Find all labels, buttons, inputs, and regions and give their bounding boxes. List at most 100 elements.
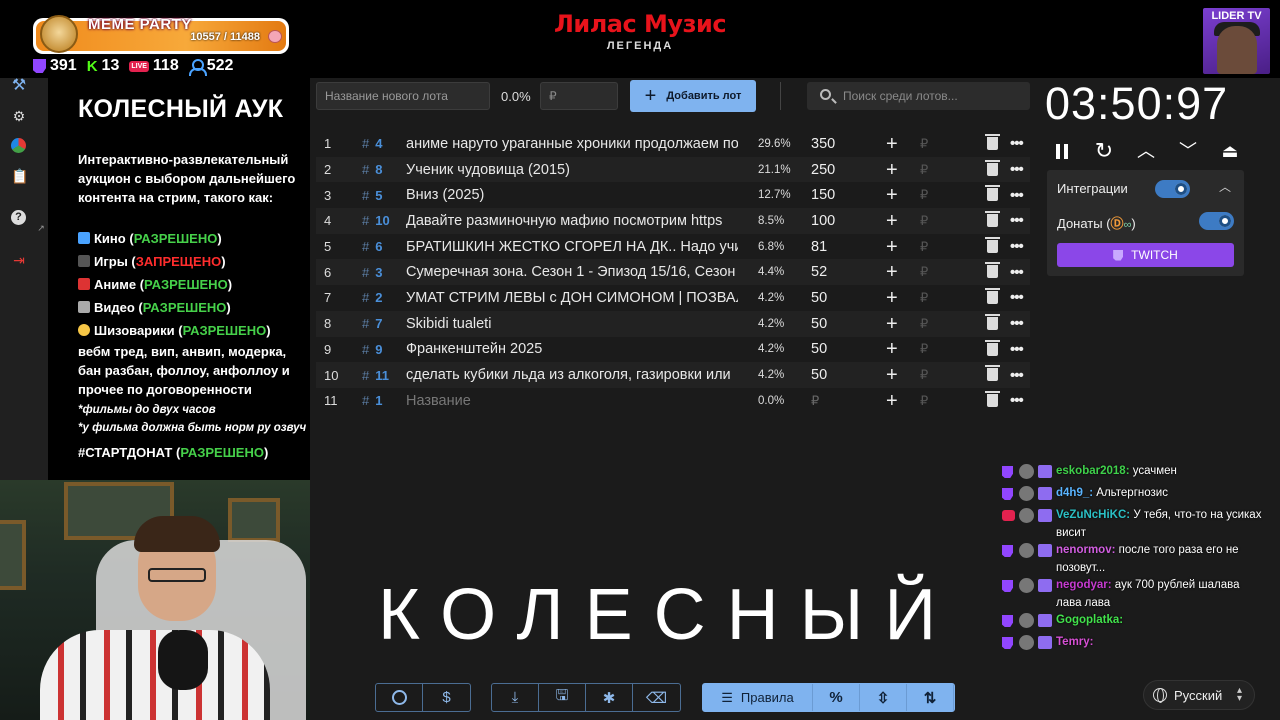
table-row[interactable]: 4 #10 Давайте разминочную мафию посмотрим… — [316, 208, 1030, 234]
lot-name-input[interactable]: БРАТИШКИН ЖЕСТКО СГОРЕЛ НА ДК.. Надо учи… — [406, 239, 738, 255]
logout-icon[interactable]: ⇥ — [11, 252, 27, 268]
delete-icon[interactable] — [985, 288, 1000, 305]
compress-icon[interactable]: ⇳ — [860, 684, 907, 711]
percent-icon[interactable]: % — [813, 684, 860, 711]
table-row[interactable]: 6 #3 Сумеречная зона. Сезон 1 - Эпизод 15/… — [316, 259, 1030, 286]
ruble-input[interactable]: ₽ — [920, 187, 928, 203]
lot-amount-input[interactable]: 81 — [811, 239, 827, 255]
chevron-down-icon[interactable]: ﹀ — [1174, 138, 1202, 164]
donate-dollar-icon[interactable]: $ — [423, 684, 470, 711]
more-options-icon[interactable]: ••• — [1010, 135, 1024, 152]
table-row[interactable]: 2 #8 Ученик чудовища (2015) 21.1% 250 + ₽ ••• — [316, 156, 1030, 183]
lot-name-input[interactable]: УМАТ СТРИМ ЛЕВЫ с ДОН СИМОНОМ | ПОЗВАЛ — [406, 290, 738, 306]
table-row[interactable]: 9 #9 Франкенштейн 2025 4.2% 50 + ₽ ••• — [316, 336, 1030, 363]
table-row[interactable]: 7 #2 УМАТ СТРИМ ЛЕВЫ с ДОН СИМОНОМ | ПОЗВА… — [316, 285, 1030, 311]
lot-name-input[interactable]: аниме наруто ураганные хроники продолжае… — [406, 136, 738, 152]
delete-icon[interactable] — [985, 339, 1000, 356]
delete-icon[interactable] — [985, 134, 1000, 150]
add-amount-icon[interactable]: + — [886, 339, 898, 359]
delete-icon[interactable] — [985, 390, 1000, 407]
new-lot-amount-input[interactable]: ₽ — [540, 82, 618, 110]
add-amount-icon[interactable]: + — [886, 185, 898, 205]
ruble-input[interactable]: ₽ — [920, 316, 928, 332]
bug-icon[interactable]: ✱ — [586, 684, 633, 711]
lot-amount-input[interactable]: ₽ — [811, 393, 819, 409]
more-options-icon[interactable]: ••• — [1010, 187, 1024, 204]
language-select[interactable]: Русский ▴ ▾ — [1143, 680, 1255, 710]
download-icon[interactable]: ⤓ — [492, 684, 539, 711]
ruble-input[interactable]: ₽ — [920, 136, 928, 152]
lot-name-input[interactable]: Ученик чудовища (2015) — [406, 162, 738, 178]
donations-toggle[interactable] — [1199, 212, 1234, 230]
integrations-toggle[interactable] — [1155, 180, 1190, 198]
sort-icon[interactable]: ⇅ — [907, 684, 954, 711]
delete-icon[interactable] — [985, 185, 1000, 202]
add-amount-icon[interactable]: + — [886, 237, 898, 257]
twitch-integration-button[interactable]: TWITCH — [1057, 243, 1234, 267]
collapse-icon[interactable]: ⏏ — [1216, 138, 1244, 164]
ruble-input[interactable]: ₽ — [920, 367, 928, 383]
chevron-up-icon[interactable]: ︿ — [1132, 138, 1160, 164]
more-options-icon[interactable]: ••• — [1010, 161, 1024, 178]
lot-name-input[interactable]: Давайте разминочную мафию посмотрим http… — [406, 213, 738, 229]
table-row[interactable]: 11 #1 Название 0.0% ₽ + ₽ ••• — [316, 387, 1030, 414]
table-row[interactable]: 10 #11 сделать кубики льда из алкоголя, г… — [316, 362, 1030, 388]
add-amount-icon[interactable]: + — [886, 314, 898, 334]
ruble-input[interactable]: ₽ — [920, 393, 928, 409]
help-icon[interactable]: ? — [11, 210, 27, 226]
delete-icon[interactable] — [985, 313, 1000, 330]
wheel-chart-icon[interactable] — [11, 138, 27, 154]
delete-icon[interactable] — [985, 159, 1000, 176]
add-amount-icon[interactable]: + — [886, 160, 898, 180]
more-options-icon[interactable]: ••• — [1010, 367, 1024, 384]
add-amount-icon[interactable]: + — [886, 211, 898, 231]
lot-amount-input[interactable]: 52 — [811, 264, 827, 280]
table-row[interactable]: 3 #5 Вниз (2025) 12.7% 150 + ₽ ••• — [316, 182, 1030, 209]
lot-amount-input[interactable]: 50 — [811, 341, 827, 357]
table-row[interactable]: 1 #4 аниме наруто ураганные хроники продол… — [316, 131, 1030, 157]
table-row[interactable]: 8 #7 Skibidi tualeti 4.2% 50 + ₽ ••• — [316, 310, 1030, 337]
github-icon[interactable] — [376, 684, 423, 711]
chevron-up-icon[interactable]: ︿ — [1219, 178, 1231, 195]
lot-name-input[interactable]: Вниз (2025) — [406, 187, 738, 203]
more-options-icon[interactable]: ••• — [1010, 264, 1024, 281]
delete-icon[interactable] — [985, 211, 1000, 228]
lot-name-input[interactable]: Skibidi tualeti — [406, 316, 738, 332]
delete-icon[interactable] — [985, 365, 1000, 382]
add-amount-icon[interactable]: + — [886, 262, 898, 282]
more-options-icon[interactable]: ••• — [1010, 315, 1024, 332]
delete-icon[interactable] — [985, 236, 1000, 253]
lot-search-input[interactable]: Поиск среди лотов... — [807, 82, 1030, 110]
rules-button[interactable]: ☰ Правила — [703, 684, 813, 711]
lot-amount-input[interactable]: 50 — [811, 316, 827, 332]
more-options-icon[interactable]: ••• — [1010, 212, 1024, 229]
ruble-input[interactable]: ₽ — [920, 290, 928, 306]
lot-amount-input[interactable]: 150 — [811, 187, 835, 203]
external-link-icon[interactable]: ↗ — [33, 220, 49, 236]
reset-icon[interactable]: ↻ — [1090, 138, 1118, 164]
lot-amount-input[interactable]: 250 — [811, 162, 835, 178]
lot-name-input[interactable]: Франкенштейн 2025 — [406, 341, 738, 357]
more-options-icon[interactable]: ••• — [1010, 392, 1024, 409]
clipboard-icon[interactable]: 📋 — [11, 168, 28, 184]
lot-amount-input[interactable]: 100 — [811, 213, 835, 229]
add-amount-icon[interactable]: + — [886, 365, 898, 385]
new-lot-name-input[interactable]: Название нового лота — [316, 82, 490, 110]
lot-name-input[interactable]: Сумеречная зона. Сезон 1 - Эпизод 15/16,… — [406, 264, 738, 280]
lot-name-input[interactable]: сделать кубики льда из алкоголя, газиров… — [406, 367, 738, 383]
lot-amount-input[interactable]: 350 — [811, 136, 835, 152]
ruble-input[interactable]: ₽ — [920, 213, 928, 229]
add-amount-icon[interactable]: + — [886, 391, 898, 411]
ruble-input[interactable]: ₽ — [920, 264, 928, 280]
add-amount-icon[interactable]: + — [886, 134, 898, 154]
delete-icon[interactable] — [985, 262, 1000, 279]
ruble-input[interactable]: ₽ — [920, 341, 928, 357]
add-lot-button[interactable]: + Добавить лот — [630, 80, 756, 112]
settings-gear-icon[interactable]: ⚙ — [11, 108, 27, 124]
save-icon[interactable]: 🖫 — [539, 684, 586, 711]
auction-hammer-icon[interactable]: ⚒ — [11, 78, 27, 94]
add-amount-icon[interactable]: + — [886, 288, 898, 308]
lot-name-input[interactable]: Название — [406, 393, 738, 409]
more-options-icon[interactable]: ••• — [1010, 341, 1024, 358]
ruble-input[interactable]: ₽ — [920, 162, 928, 178]
